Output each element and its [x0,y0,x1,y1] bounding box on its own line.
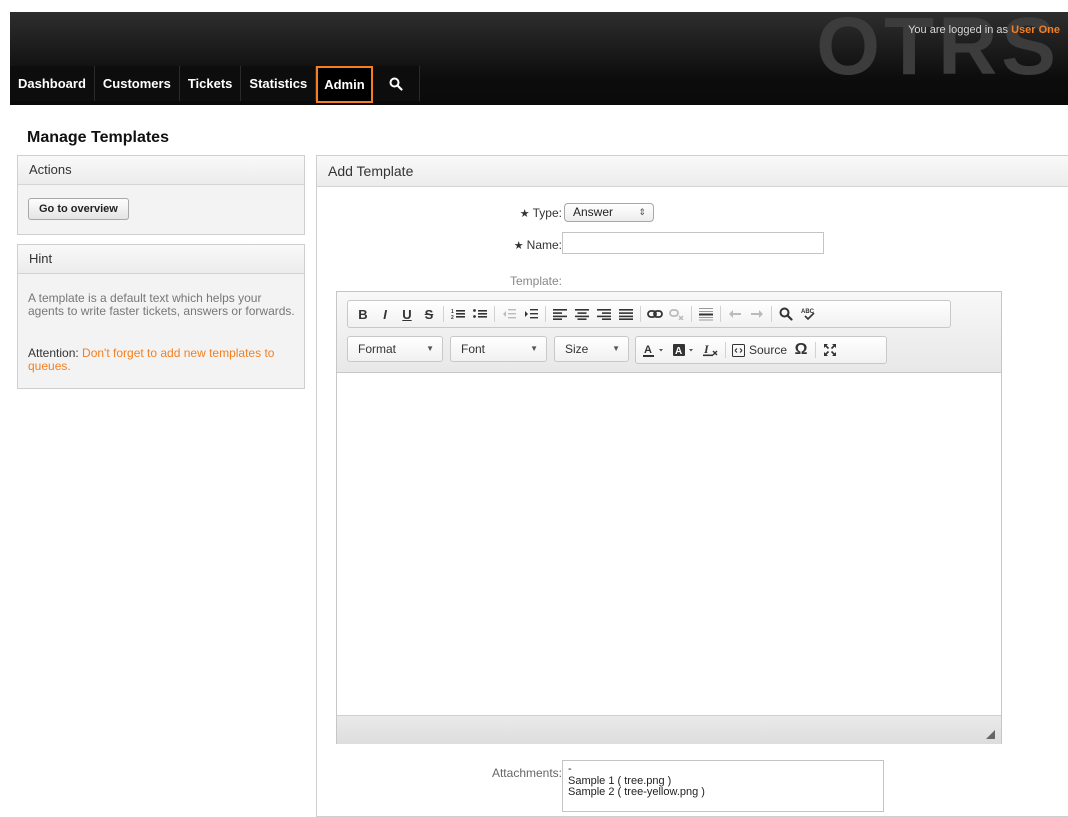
template-label: Template: [509,274,562,288]
type-label-text: Type: [532,206,562,220]
toolbar-separator [691,306,692,322]
name-label: ★ Name: [514,238,562,252]
hint-attention: Attention: Don't forget to add new templ… [28,347,298,373]
underline-button[interactable]: U [396,303,418,325]
actions-box: Actions Go to overview [17,155,305,235]
hint-box: Hint A template is a default text which … [17,244,305,389]
toolbar-separator [443,306,444,322]
link-icon[interactable] [644,303,666,325]
strike-button[interactable]: S [418,303,440,325]
attachment-option[interactable]: Sample 2 ( tree-yellow.png ) [563,787,883,798]
remove-format-icon: I [703,343,718,357]
editor-toolbar: B I U S 12 ABC Format ▼ Font ▼ Size ▼ A … [337,292,1001,373]
search-icon [389,77,403,91]
format-combo-label: Format [358,342,397,356]
toolbar-separator [640,306,641,322]
special-char-icon[interactable]: Ω [790,339,812,361]
toolbar-separator [771,306,772,322]
justify-icon[interactable] [615,303,637,325]
page-title: Manage Templates [27,129,169,146]
source-label: Source [749,343,788,357]
svg-text:A: A [644,344,652,356]
find-icon[interactable] [775,303,797,325]
redo-icon[interactable] [746,303,768,325]
attention-label: Attention: [28,346,79,360]
required-star-icon: ★ [513,240,524,252]
source-icon [732,343,745,357]
size-combo[interactable]: Size ▼ [554,336,629,362]
nav-customers[interactable]: Customers [94,66,180,101]
type-select[interactable]: Answer ⇕ [564,203,654,222]
caret-down-icon: ▼ [530,344,538,353]
format-combo[interactable]: Format ▼ [347,336,443,362]
font-combo[interactable]: Font ▼ [450,336,547,362]
svg-text:2: 2 [451,315,454,320]
type-label: ★ Type: [520,206,562,220]
align-center-icon[interactable] [571,303,593,325]
add-template-header: Add Template [317,156,1068,187]
toolbar-separator [725,342,726,358]
remove-format-button[interactable]: I [700,339,722,361]
svg-text:I: I [703,343,710,356]
toolbar-separator [494,306,495,322]
align-right-icon[interactable] [593,303,615,325]
text-color-icon: A [643,344,663,357]
main-nav: Dashboard Customers Tickets Statistics A… [10,66,420,103]
undo-icon[interactable] [724,303,746,325]
login-prefix: You are logged in as [908,24,1009,36]
editor-content-area[interactable] [337,373,1001,715]
caret-down-icon: ▼ [612,344,620,353]
toolbar-separator [815,342,817,358]
bold-button[interactable]: B [352,303,374,325]
attachments-multiselect[interactable]: - Sample 1 ( tree.png ) Sample 2 ( tree-… [562,760,884,812]
user-link[interactable]: User One [1011,24,1060,36]
background-color-button[interactable]: A [670,339,700,361]
nav-admin[interactable]: Admin [316,66,373,103]
hint-header: Hint [18,245,304,274]
caret-down-icon: ▼ [426,344,434,353]
toolbar-separator [720,306,721,322]
numbered-list-icon[interactable]: 12 [447,303,469,325]
login-info: You are logged in as User One [908,24,1060,36]
editor-footer [337,715,1001,744]
name-input[interactable] [562,232,824,254]
nav-dashboard[interactable]: Dashboard [10,66,95,101]
font-combo-label: Font [461,342,486,356]
size-combo-label: Size [565,342,589,356]
rich-text-editor: B I U S 12 ABC Format ▼ Font ▼ Size ▼ A … [336,291,1002,744]
attachments-label: Attachments: [491,766,562,780]
name-label-text: Name: [526,238,562,252]
hint-text: A template is a default text which helps… [28,291,295,318]
align-left-icon[interactable] [549,303,571,325]
nav-search[interactable] [372,66,420,101]
unlink-icon[interactable] [666,303,688,325]
bulleted-list-icon[interactable] [469,303,491,325]
actions-header: Actions [18,156,304,185]
resize-grip-icon[interactable] [986,730,995,739]
background-color-icon: A [673,344,693,357]
nav-statistics[interactable]: Statistics [241,66,317,101]
updown-arrows-icon: ⇕ [638,207,646,217]
required-star-icon: ★ [519,208,530,220]
outdent-icon[interactable] [498,303,520,325]
indent-icon[interactable] [520,303,542,325]
maximize-icon[interactable] [819,339,841,361]
go-to-overview-button[interactable]: Go to overview [28,198,129,220]
nav-tickets[interactable]: Tickets [179,66,242,101]
text-color-button[interactable]: A [640,339,670,361]
italic-button[interactable]: I [374,303,396,325]
source-button[interactable]: Source [729,339,790,361]
toolbar-separator [545,306,546,322]
type-select-value: Answer [573,205,614,219]
toolbar-row-basic: B I U S 12 ABC [347,300,951,328]
horizontal-rule-icon[interactable] [695,303,717,325]
spellcheck-icon[interactable]: ABC [797,303,819,325]
toolbar-row-extra: A A I Source Ω [635,336,887,364]
header-bar: OTRS You are logged in as User One Dashb… [10,12,1068,105]
svg-text:A: A [675,346,682,357]
